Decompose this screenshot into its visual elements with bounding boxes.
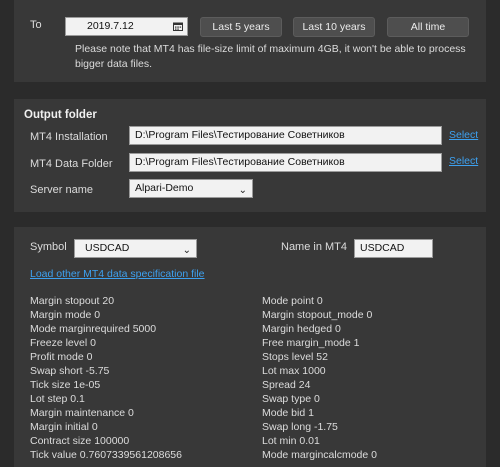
calendar-icon[interactable]	[173, 22, 183, 31]
server-name-label: Server name	[30, 184, 93, 196]
server-name-select[interactable]: Alpari-Demo ⌄	[129, 179, 253, 198]
spec-stat: Contract size 100000	[30, 435, 130, 447]
load-specification-link[interactable]: Load other MT4 data specification file	[30, 268, 205, 280]
symbol-label: Symbol	[30, 241, 67, 253]
to-date-value: 2019.7.12	[87, 20, 134, 32]
all-time-button[interactable]: All time	[387, 17, 469, 37]
last-10-years-button[interactable]: Last 10 years	[293, 17, 375, 37]
spec-stat: Swap long -1.75	[262, 421, 338, 433]
spec-stat: Lot step 0.1	[30, 393, 85, 405]
server-name-value: Alpari-Demo	[135, 182, 194, 194]
spec-stat: Margin maintenance 0	[30, 407, 134, 419]
output-folder-panel: Output folder MT4 Installation D:\Progra…	[14, 99, 486, 212]
spec-stat: Swap type 0	[262, 393, 320, 405]
spec-stat: Swap short -5.75	[30, 365, 110, 377]
spec-stat: Margin stopout 20	[30, 295, 115, 307]
chevron-down-icon: ⌄	[182, 245, 191, 256]
spec-stat: Tick value 0.7607339561208656	[30, 449, 182, 461]
to-date-field[interactable]: 2019.7.12	[65, 17, 188, 36]
mt4-data-folder-field[interactable]: D:\Program Files\Тестирование Советников	[129, 153, 442, 172]
spec-stat: Mode marginrequired 5000	[30, 323, 157, 335]
mt4-installation-field[interactable]: D:\Program Files\Тестирование Советников	[129, 126, 442, 145]
spec-stat: Mode bid 1	[262, 407, 314, 419]
spec-stat: Margin hedged 0	[262, 323, 341, 335]
spec-stat: Spread 24	[262, 379, 311, 391]
spec-stat: Margin mode 0	[30, 309, 101, 321]
name-in-mt4-label: Name in MT4	[281, 241, 348, 253]
output-folder-title: Output folder	[24, 109, 97, 121]
spec-stat: Lot max 1000	[262, 365, 326, 377]
last-5-years-button[interactable]: Last 5 years	[200, 17, 282, 37]
spec-stat: Mode point 0	[262, 295, 323, 307]
spec-stat: Free margin_mode 1	[262, 337, 360, 349]
symbol-select[interactable]: USDCAD ⌄	[74, 239, 197, 258]
name-in-mt4-field[interactable]: USDCAD	[354, 239, 433, 258]
mt4-installation-label: MT4 Installation	[30, 131, 108, 143]
spec-stat: Lot min 0.01	[262, 435, 320, 447]
spec-stat: Margin stopout_mode 0	[262, 309, 373, 321]
select-data-folder-link[interactable]: Select	[449, 155, 478, 167]
spec-stat: Margin initial 0	[30, 421, 98, 433]
select-installation-link[interactable]: Select	[449, 129, 478, 141]
spec-stat: Mode margincalcmode 0	[262, 449, 377, 461]
spec-stat: Freeze level 0	[30, 337, 96, 349]
spec-stat: Stops level 52	[262, 351, 328, 363]
to-label: To	[30, 19, 42, 31]
mt4-data-folder-label: MT4 Data Folder	[30, 158, 113, 170]
file-size-note: Please note that MT4 has file-size limit…	[75, 43, 466, 70]
date-range-panel: To 2019.7.12 Last 5 years Last 10 years …	[14, 0, 486, 82]
symbol-panel: Symbol USDCAD ⌄ Name in MT4 USDCAD Load …	[14, 227, 486, 467]
symbol-value: USDCAD	[85, 242, 130, 254]
chevron-down-icon: ⌄	[238, 185, 247, 196]
spec-stat: Profit mode 0	[30, 351, 93, 363]
spec-stat: Tick size 1e-05	[30, 379, 101, 391]
